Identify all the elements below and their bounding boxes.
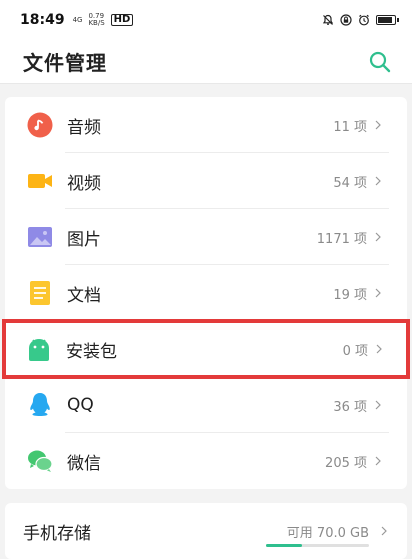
android-icon [26,336,52,362]
status-time: 18:49 [20,12,65,28]
storage-label: 手机存储 [23,523,91,544]
chevron-right-icon [375,232,381,242]
lock-icon [340,14,352,26]
storage-available: 可用 70.0 GB [265,522,369,547]
category-list: 音频 11 项 视频 54 项 图片 1171 项 文档 19 项 安装包 0 … [2,97,410,489]
storage-item-phone[interactable]: 手机存储 可用 70.0 GB [5,503,407,559]
status-bar: 18:49 4G 0.79 KB/S HD [0,0,412,40]
chevron-right-icon [376,344,382,354]
signal-label: 4G [72,15,83,24]
battery-fill [378,17,392,23]
storage-available-text: 可用 70.0 GB [286,525,369,541]
status-icons [322,14,399,26]
category-count: 0 项 [342,343,368,359]
app-header: 文件管理 [0,40,412,84]
chevron-right-icon [375,400,381,410]
category-label: 视频 [67,173,101,194]
category-item-wechat[interactable]: 微信 205 项 [5,433,407,489]
document-icon [27,280,53,306]
category-label: 文档 [67,285,101,306]
hd-badge: HD [110,14,134,26]
category-item-qq[interactable]: QQ 36 项 [5,377,407,433]
category-count: 1171 项 [316,231,367,247]
chevron-right-icon [375,456,381,466]
category-count: 205 项 [325,455,367,471]
alarm-icon [359,14,369,26]
chevron-right-icon [375,120,381,130]
network-speed-unit: KB/S [88,19,105,27]
image-icon [27,224,53,250]
category-label: 安装包 [66,341,117,362]
storage-usage-bar [265,543,369,547]
music-icon [27,112,53,138]
category-item-image[interactable]: 图片 1171 项 [5,209,407,265]
wechat-icon [27,448,53,474]
network-speed: 0.79 KB/S [88,13,104,27]
category-count: 11 项 [333,119,367,135]
category-item-audio[interactable]: 音频 11 项 [5,97,407,153]
search-icon[interactable] [368,50,392,74]
chevron-right-icon [375,176,381,186]
category-label: 音频 [67,117,101,138]
page-title: 文件管理 [23,51,107,75]
storage-usage-fill [265,543,302,547]
chevron-right-icon [381,526,387,536]
bell-off-icon [322,14,334,25]
category-item-video[interactable]: 视频 54 项 [5,153,407,209]
video-icon [27,168,53,194]
battery-icon [376,15,399,25]
category-label: 图片 [67,229,101,250]
qq-icon [27,392,53,418]
category-item-apk[interactable]: 安装包 0 项 [2,319,410,379]
chevron-right-icon [375,288,381,298]
category-label: QQ [67,395,94,415]
category-count: 36 项 [333,399,367,415]
category-count: 54 项 [333,175,367,191]
category-label: 微信 [67,453,101,474]
category-count: 19 项 [333,287,367,303]
category-item-document[interactable]: 文档 19 项 [5,265,407,321]
